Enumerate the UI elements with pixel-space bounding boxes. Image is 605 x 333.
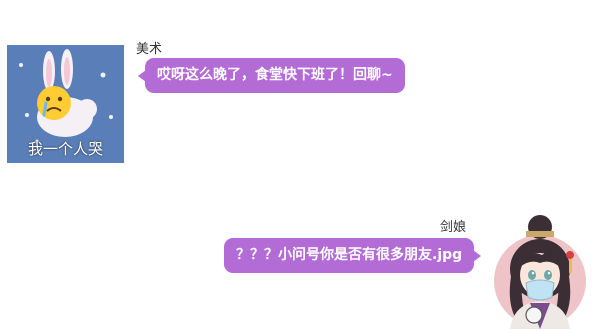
sender-name: 美术 — [136, 42, 163, 57]
crying-rabbit-sticker-icon[interactable]: 我一个人哭 — [7, 45, 124, 163]
sticker-caption: 我一个人哭 — [27, 140, 103, 158]
message-bubble[interactable]: 哎呀这么晚了，食堂快下班了！回聊~ — [138, 58, 405, 93]
message-bubble[interactable]: ？？？小问号你是否有很多朋友.jpg — [224, 238, 482, 273]
sender-name: 剑娘 — [440, 220, 467, 235]
chibi-swordswoman-avatar-icon[interactable] — [490, 211, 592, 329]
